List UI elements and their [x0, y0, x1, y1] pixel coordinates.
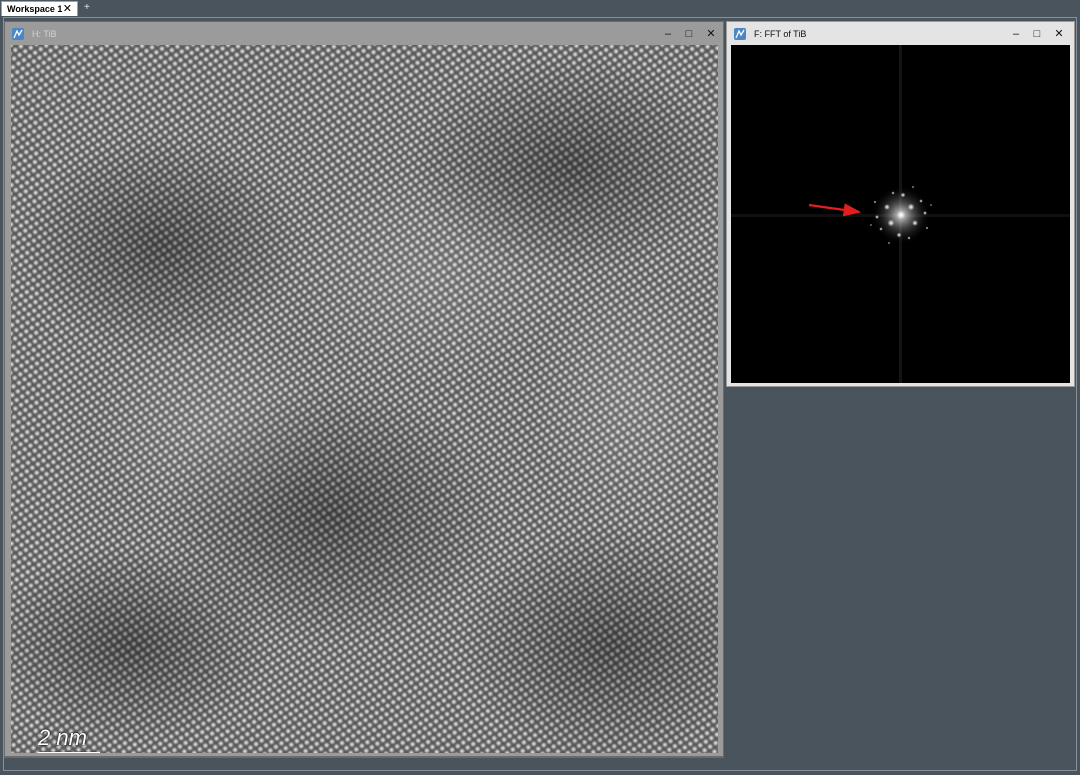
maximize-icon[interactable]: □ [1030, 27, 1044, 41]
hrtem-image[interactable]: 2 nm [11, 45, 718, 753]
minimize-icon[interactable]: ‒ [661, 27, 675, 41]
minimize-icon[interactable]: ‒ [1009, 27, 1023, 41]
workspace-tab[interactable]: Workspace 1 ✕ [1, 1, 78, 16]
fft-image-window[interactable]: F: FFT of TiB ‒ □ ✕ [726, 21, 1075, 387]
scale-bar-label: 2 nm [38, 725, 87, 750]
lattice-image-icon [11, 45, 718, 753]
close-icon[interactable]: ✕ [63, 3, 72, 15]
window-titlebar[interactable]: F: FFT of TiB ‒ □ ✕ [727, 22, 1074, 46]
close-icon[interactable]: ✕ [704, 27, 718, 41]
fft-pattern-icon [731, 45, 1070, 383]
dm-image-icon [734, 28, 746, 40]
window-title: H: TiB [32, 29, 57, 39]
add-tab-button[interactable]: + [84, 2, 90, 14]
scale-bar-line [38, 752, 100, 753]
close-icon[interactable]: ✕ [1052, 27, 1066, 41]
dm-image-icon [12, 28, 24, 40]
fft-image[interactable] [731, 45, 1070, 383]
hrtem-image-window[interactable]: H: TiB ‒ □ ✕ 2 nm [4, 21, 724, 757]
scale-bar: 2 nm [38, 727, 102, 753]
window-title: F: FFT of TiB [754, 29, 807, 39]
maximize-icon[interactable]: □ [682, 27, 696, 41]
window-shadow [4, 757, 724, 758]
workspace-tab-label: Workspace 1 [7, 4, 63, 14]
workspace-tabbar: Workspace 1 ✕ + [0, 0, 1080, 17]
window-titlebar[interactable]: H: TiB ‒ □ ✕ [5, 22, 723, 46]
